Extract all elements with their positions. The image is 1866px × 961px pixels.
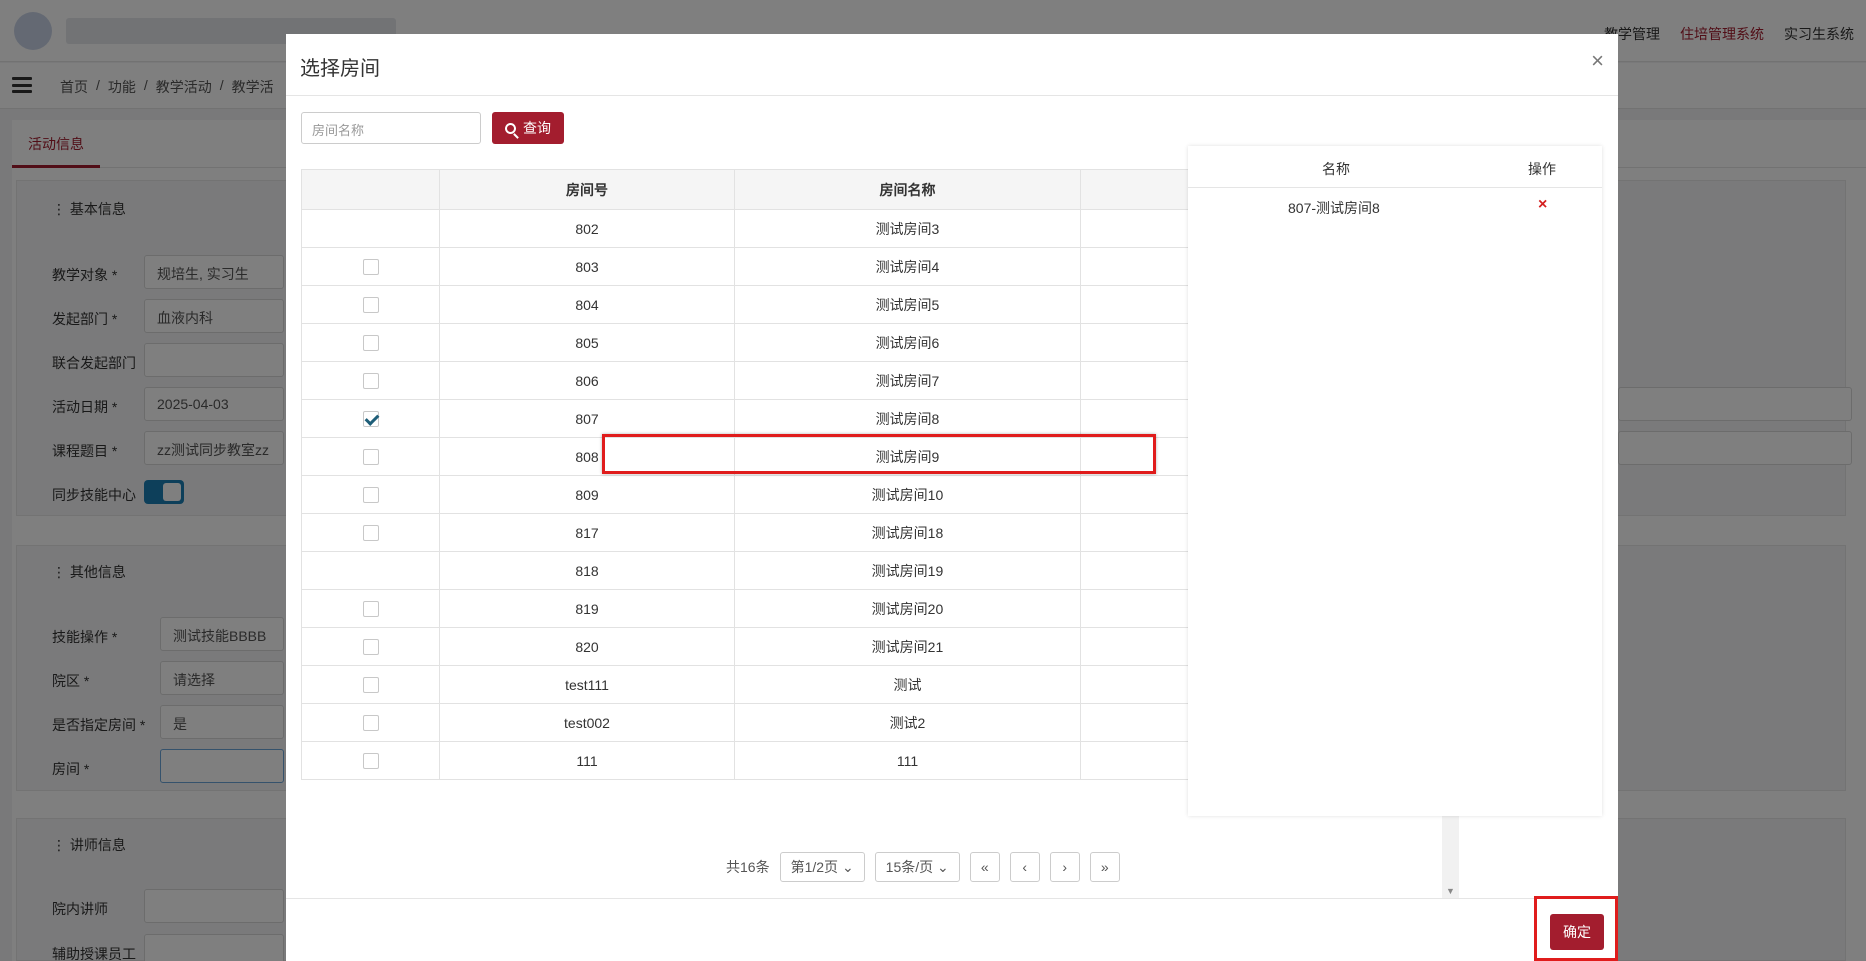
room-name-cell: 测试房间6 <box>733 323 1082 362</box>
close-icon[interactable]: × <box>1591 50 1604 72</box>
room-name-cell: 测试房间4 <box>733 247 1082 286</box>
highlight-selected-row <box>602 434 1156 474</box>
per-page-label: 15条/页 <box>885 859 934 875</box>
room-name-cell: 测试房间8 <box>733 399 1082 438</box>
room-no-cell: 805 <box>439 323 735 362</box>
row-checkbox-cell <box>300 323 441 362</box>
room-no-cell: 111 <box>439 741 735 780</box>
modal-title: 选择房间 <box>300 58 380 80</box>
page-select[interactable]: 第1/2页 ⌄ <box>779 852 865 882</box>
room-name-cell: 测试房间18 <box>733 513 1082 552</box>
selected-item-name: 807-测试房间8 <box>1288 200 1380 216</box>
row-checkbox-cell <box>300 741 441 780</box>
search-icon <box>505 122 516 134</box>
row-checkbox[interactable] <box>362 373 379 390</box>
row-checkbox-cell <box>300 551 441 590</box>
row-checkbox-cell <box>300 399 441 438</box>
row-checkbox-cell <box>300 285 441 324</box>
query-button-label: 查询 <box>523 120 551 136</box>
row-checkbox[interactable] <box>362 449 379 466</box>
query-button[interactable]: 查询 <box>492 112 564 144</box>
first-page-button[interactable]: « <box>969 852 1000 882</box>
row-checkbox[interactable] <box>362 601 379 618</box>
select-room-modal: 选择房间 × 房间名称 查询 房间号 房间名称 占用情况 802测试房间3占用8… <box>286 34 1618 961</box>
room-no-cell: 804 <box>439 285 735 324</box>
row-checkbox[interactable] <box>362 411 379 428</box>
row-checkbox[interactable] <box>362 335 379 352</box>
room-no-cell: 820 <box>439 627 735 666</box>
selected-col-name: 名称 <box>1322 161 1350 177</box>
row-checkbox[interactable] <box>362 297 379 314</box>
row-checkbox-cell <box>300 475 441 514</box>
room-no-cell: 809 <box>439 475 735 514</box>
selected-header: 名称 操作 <box>1188 146 1602 188</box>
row-checkbox[interactable] <box>362 639 379 656</box>
pagination: 共16条 第1/2页 ⌄ 15条/页 ⌄ « ‹ › » <box>726 852 1120 882</box>
row-checkbox[interactable] <box>362 259 379 276</box>
room-name-cell: 111 <box>733 741 1082 780</box>
row-checkbox-cell <box>300 703 441 742</box>
room-name-cell: 测试房间3 <box>733 209 1082 248</box>
row-checkbox-cell <box>300 209 441 248</box>
col-room-no: 房间号 <box>439 169 735 210</box>
prev-page-button[interactable]: ‹ <box>1009 852 1040 882</box>
room-no-cell: test002 <box>439 703 735 742</box>
room-name-cell: 测试房间19 <box>733 551 1082 590</box>
room-name-cell: 测试房间5 <box>733 285 1082 324</box>
row-checkbox-cell <box>300 361 441 400</box>
row-checkbox-cell <box>300 513 441 552</box>
next-page-button[interactable]: › <box>1049 852 1080 882</box>
room-name-cell: 测试 <box>733 665 1082 704</box>
row-checkbox[interactable] <box>362 753 379 770</box>
selected-item: 807-测试房间8 × <box>1188 188 1602 226</box>
modal-footer <box>286 898 1618 961</box>
row-checkbox-cell <box>300 247 441 286</box>
page-select-label: 第1/2页 <box>790 859 839 875</box>
selected-col-action: 操作 <box>1528 161 1556 177</box>
col-checkbox <box>300 169 441 210</box>
room-name-cell: 测试房间7 <box>733 361 1082 400</box>
room-no-cell: 818 <box>439 551 735 590</box>
last-page-button[interactable]: » <box>1089 852 1120 882</box>
room-no-cell: 817 <box>439 513 735 552</box>
row-checkbox[interactable] <box>362 677 379 694</box>
per-page-select[interactable]: 15条/页 ⌄ <box>874 852 960 882</box>
room-name-cell: 测试房间21 <box>733 627 1082 666</box>
delete-icon[interactable]: × <box>1538 196 1547 214</box>
row-checkbox-cell <box>300 627 441 666</box>
row-checkbox[interactable] <box>362 715 379 732</box>
chevron-down-icon: ⌄ <box>841 858 854 875</box>
row-checkbox-cell <box>300 589 441 628</box>
highlight-confirm-button <box>1534 896 1618 961</box>
room-no-cell: 819 <box>439 589 735 628</box>
total-count: 共16条 <box>726 859 770 875</box>
room-no-cell: test111 <box>439 665 735 704</box>
room-no-cell: 802 <box>439 209 735 248</box>
room-name-cell: 测试房间10 <box>733 475 1082 514</box>
chevron-down-icon: ⌄ <box>937 858 949 875</box>
room-no-cell: 803 <box>439 247 735 286</box>
selected-rooms-panel: 名称 操作 807-测试房间8 × <box>1188 146 1602 816</box>
row-checkbox[interactable] <box>362 487 379 504</box>
row-checkbox[interactable] <box>362 525 379 542</box>
scroll-down-icon[interactable]: ▼ <box>1446 886 1455 896</box>
room-name-cell: 测试房间20 <box>733 589 1082 628</box>
modal-header: 选择房间 × <box>286 34 1618 96</box>
col-room-name: 房间名称 <box>733 169 1082 210</box>
row-checkbox-cell <box>300 665 441 704</box>
room-no-cell: 807 <box>439 399 735 438</box>
row-checkbox-cell <box>300 437 441 476</box>
room-name-search-input[interactable]: 房间名称 <box>301 112 481 144</box>
room-name-cell: 测试2 <box>733 703 1082 742</box>
room-no-cell: 806 <box>439 361 735 400</box>
